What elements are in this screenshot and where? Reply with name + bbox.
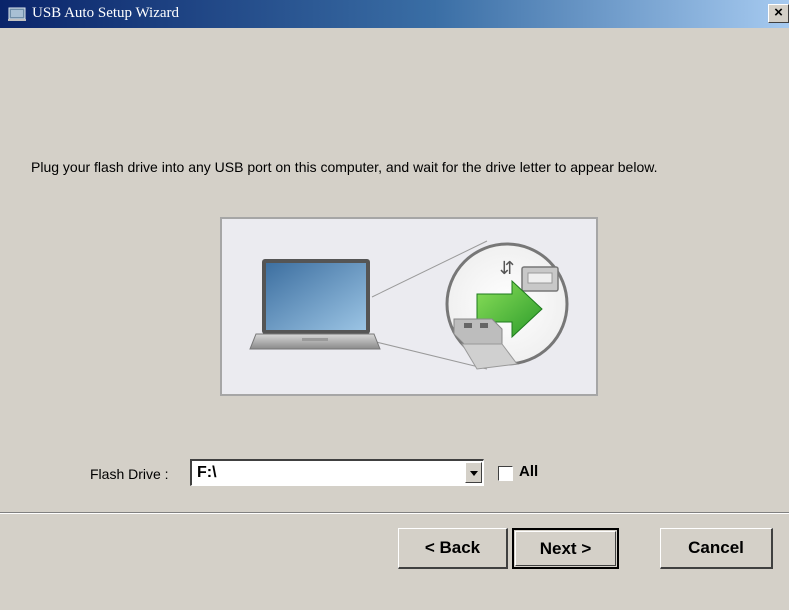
usb-illustration: ⇵: [220, 217, 598, 396]
back-button[interactable]: < Back: [398, 528, 508, 569]
next-button-label: Next >: [515, 531, 616, 566]
wizard-window: USB Auto Setup Wizard × Plug your flash …: [0, 0, 789, 610]
window-title: USB Auto Setup Wizard: [32, 5, 180, 21]
divider: [0, 512, 789, 514]
flash-drive-label: Flash Drive :: [90, 466, 169, 482]
instruction-text: Plug your flash drive into any USB port …: [31, 159, 658, 175]
close-button[interactable]: ×: [768, 4, 789, 23]
next-button[interactable]: Next >: [512, 528, 619, 569]
chevron-down-icon[interactable]: [465, 462, 482, 483]
svg-text:⇵: ⇵: [499, 258, 514, 279]
all-checkbox[interactable]: [498, 466, 513, 481]
all-checkbox-label[interactable]: All: [519, 463, 538, 480]
flash-drive-value: F:\: [197, 464, 217, 481]
app-icon: [8, 7, 26, 21]
cancel-button[interactable]: Cancel: [660, 528, 773, 569]
title-bar[interactable]: USB Auto Setup Wizard ×: [0, 0, 789, 28]
flash-drive-select[interactable]: F:\: [190, 459, 484, 486]
laptop-usb-graphic: ⇵: [249, 240, 569, 370]
